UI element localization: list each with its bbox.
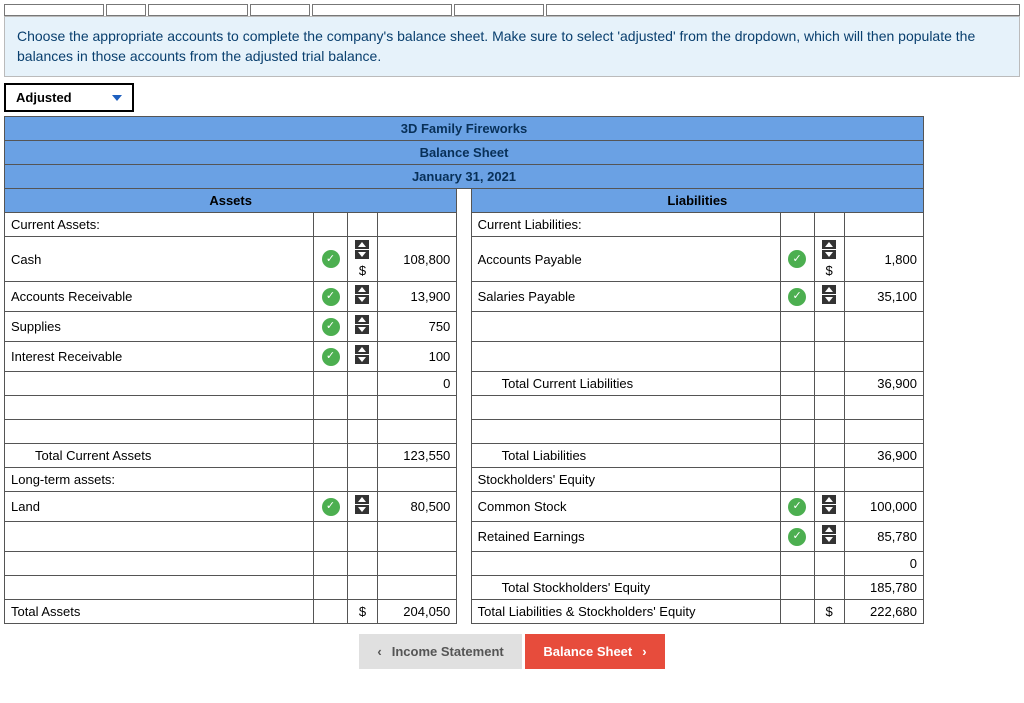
land-label[interactable]: Land xyxy=(5,492,314,522)
total-current-liab-value: 36,900 xyxy=(844,372,924,396)
value-stepper[interactable]: $ xyxy=(348,237,378,282)
cash-value[interactable]: 108,800 xyxy=(377,237,456,282)
total-assets-value: 204,050 xyxy=(377,600,456,624)
value-stepper[interactable] xyxy=(814,492,844,522)
liabilities-heading: Liabilities xyxy=(471,189,923,213)
value-stepper[interactable]: $ xyxy=(814,237,844,282)
dollar-icon: $ xyxy=(825,604,832,619)
prev-tab-label: Income Statement xyxy=(392,644,504,659)
value-stepper[interactable] xyxy=(348,342,378,372)
total-current-assets-label: Total Current Assets xyxy=(5,444,314,468)
supplies-value[interactable]: 750 xyxy=(377,312,456,342)
value-stepper[interactable] xyxy=(814,282,844,312)
check-icon xyxy=(322,318,340,336)
assets-heading: Assets xyxy=(5,189,457,213)
value-stepper[interactable] xyxy=(348,312,378,342)
ar-value[interactable]: 13,900 xyxy=(377,282,456,312)
ar-label[interactable]: Accounts Receivable xyxy=(5,282,314,312)
re-value[interactable]: 85,780 xyxy=(844,522,924,552)
dollar-icon: $ xyxy=(359,604,366,619)
tse-value: 185,780 xyxy=(844,576,924,600)
check-icon xyxy=(322,250,340,268)
chevron-left-icon: ‹ xyxy=(377,644,381,659)
value-stepper[interactable] xyxy=(348,492,378,522)
intrec-value[interactable]: 100 xyxy=(377,342,456,372)
liab-zero-value[interactable]: 0 xyxy=(844,552,924,576)
tse-label: Total Stockholders' Equity xyxy=(471,576,780,600)
current-liabilities-label: Current Liabilities: xyxy=(471,213,780,237)
asset-zero-value[interactable]: 0 xyxy=(377,372,456,396)
check-icon xyxy=(788,528,806,546)
se-label: Stockholders' Equity xyxy=(471,468,780,492)
current-tab-label: Balance Sheet xyxy=(543,644,632,659)
check-icon xyxy=(788,288,806,306)
intrec-label[interactable]: Interest Receivable xyxy=(5,342,314,372)
longterm-label: Long-term assets: xyxy=(5,468,314,492)
bottom-nav: ‹ Income Statement Balance Sheet › xyxy=(4,634,1020,669)
cs-label[interactable]: Common Stock xyxy=(471,492,780,522)
total-assets-label: Total Assets xyxy=(5,600,314,624)
balance-sheet-table: 3D Family Fireworks Balance Sheet Januar… xyxy=(4,116,924,624)
land-value[interactable]: 80,500 xyxy=(377,492,456,522)
current-assets-label: Current Assets: xyxy=(5,213,314,237)
tlse-label: Total Liabilities & Stockholders' Equity xyxy=(471,600,780,624)
dropdown-label: Adjusted xyxy=(16,90,72,105)
cs-value[interactable]: 100,000 xyxy=(844,492,924,522)
chevron-right-icon: › xyxy=(642,644,646,659)
current-tab-button[interactable]: Balance Sheet › xyxy=(525,634,664,669)
value-stepper[interactable] xyxy=(814,522,844,552)
supplies-label[interactable]: Supplies xyxy=(5,312,314,342)
trial-balance-dropdown[interactable]: Adjusted xyxy=(4,83,134,112)
chevron-down-icon xyxy=(112,95,122,101)
total-current-assets-value: 123,550 xyxy=(377,444,456,468)
instructions-banner: Choose the appropriate accounts to compl… xyxy=(4,16,1020,77)
tlse-value: 222,680 xyxy=(844,600,924,624)
total-liab-value: 36,900 xyxy=(844,444,924,468)
re-label[interactable]: Retained Earnings xyxy=(471,522,780,552)
check-icon xyxy=(322,288,340,306)
prev-tab-button[interactable]: ‹ Income Statement xyxy=(359,634,521,669)
check-icon xyxy=(788,250,806,268)
ap-label[interactable]: Accounts Payable xyxy=(471,237,780,282)
ap-value[interactable]: 1,800 xyxy=(844,237,924,282)
total-current-liab-label: Total Current Liabilities xyxy=(471,372,780,396)
top-tab-stubs xyxy=(4,4,1020,16)
value-stepper[interactable] xyxy=(348,282,378,312)
statement-date: January 31, 2021 xyxy=(5,165,924,189)
company-name: 3D Family Fireworks xyxy=(5,117,924,141)
check-icon xyxy=(322,498,340,516)
dollar-icon: $ xyxy=(825,263,832,278)
dollar-icon: $ xyxy=(359,263,366,278)
sp-label[interactable]: Salaries Payable xyxy=(471,282,780,312)
statement-title: Balance Sheet xyxy=(5,141,924,165)
check-icon xyxy=(788,498,806,516)
cash-label[interactable]: Cash xyxy=(5,237,314,282)
check-icon xyxy=(322,348,340,366)
sp-value[interactable]: 35,100 xyxy=(844,282,924,312)
total-liab-label: Total Liabilities xyxy=(471,444,780,468)
